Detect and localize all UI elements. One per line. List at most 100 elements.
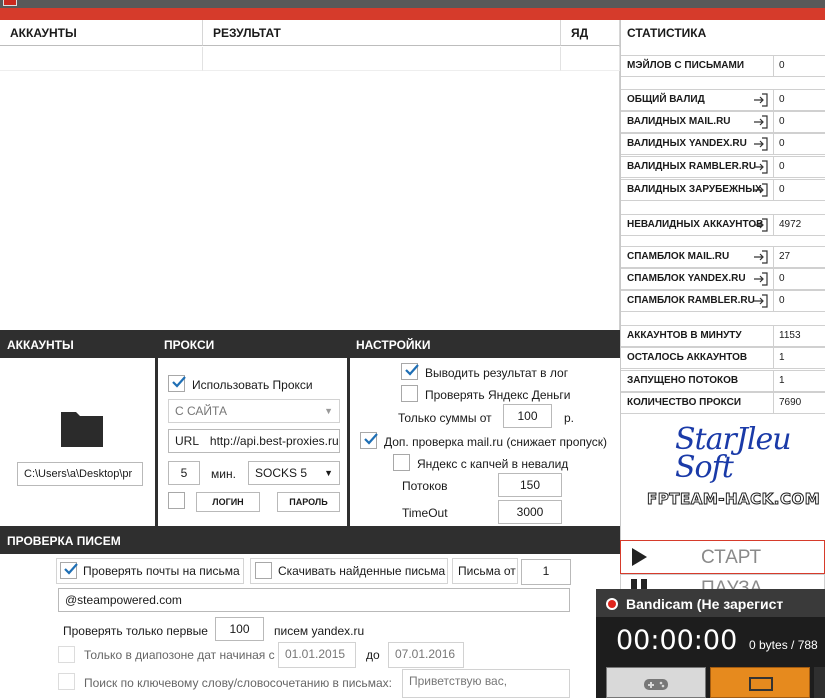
stat-label: ВАЛИДНЫХ ЗАРУБЕЖНЫХ <box>627 184 762 195</box>
export-icon[interactable] <box>752 182 770 198</box>
screen-mode-button[interactable] <box>710 667 810 698</box>
threads-field[interactable]: 150 <box>498 473 562 497</box>
url-label: URL <box>175 434 199 448</box>
stat-value: 0 <box>773 56 825 76</box>
interval-unit-label: мин. <box>211 467 236 481</box>
bandicam-window[interactable]: Bandicam (Не зарегист 00:00:00 0 bytes /… <box>596 589 825 698</box>
stat-label: АККАУНТОВ В МИНУТУ <box>627 330 742 341</box>
url-value: http://api.best-proxies.ru <box>209 434 339 448</box>
check-mail-checkbox[interactable] <box>60 562 78 579</box>
yandex-captcha-label: Яндекс с капчей в невалид <box>417 457 569 471</box>
only-first-field[interactable]: 100 <box>215 617 264 641</box>
stat-label: НЕВАЛИДНЫХ АККАУНТОВ <box>627 219 764 230</box>
keyword-search-checkbox[interactable] <box>58 673 75 690</box>
export-icon[interactable] <box>752 249 770 265</box>
stat-label: ВАЛИДНЫХ RAMBLER.RU <box>627 161 757 172</box>
export-icon[interactable] <box>752 159 770 175</box>
table-cell <box>203 47 561 71</box>
keyword-field[interactable]: Приветствую вас, <box>402 669 570 698</box>
export-icon[interactable] <box>752 136 770 152</box>
stat-row: ВАЛИДНЫХ RAMBLER.RU 0 <box>621 156 825 178</box>
download-found-option[interactable]: Скачивать найденные письма <box>250 558 448 584</box>
rectangle-icon <box>749 677 773 691</box>
stat-label: СПАМБЛОК RAMBLER.RU <box>627 295 755 306</box>
game-mode-button[interactable] <box>606 667 706 698</box>
stat-value: 1153 <box>773 326 825 346</box>
export-icon[interactable] <box>752 92 770 108</box>
proxy-source-value: С САЙТА <box>175 404 227 418</box>
checkmark-icon <box>64 563 78 575</box>
chevron-down-icon: ▼ <box>324 406 333 416</box>
date-from-field[interactable]: 01.01.2015 <box>278 642 356 668</box>
export-icon[interactable] <box>752 293 770 309</box>
check-mail-option[interactable]: Проверять почты на письма <box>56 558 244 584</box>
column-header-yd[interactable]: ЯД <box>561 20 620 46</box>
stat-value: 27 <box>773 247 825 267</box>
stat-row: КОЛИЧЕСТВО ПРОКСИ 7690 <box>621 392 825 414</box>
yandex-money-checkbox[interactable] <box>401 385 418 402</box>
proxy-url-field[interactable]: URL http://api.best-proxies.ru <box>168 429 340 453</box>
column-header-result[interactable]: РЕЗУЛЬТАТ <box>203 20 561 46</box>
only-first-suffix: писем yandex.ru <box>274 624 365 638</box>
stat-row: СПАМБЛОК RAMBLER.RU 0 <box>621 290 825 312</box>
proxy-type-select[interactable]: SOCKS 5 ▼ <box>248 461 340 485</box>
results-table[interactable]: АККАУНТЫ РЕЗУЛЬТАТ ЯД <box>0 20 620 330</box>
stat-row: МЭЙЛОВ С ПИСЬМАМИ 0 <box>621 55 825 77</box>
panel-divider <box>347 330 350 526</box>
password-button[interactable]: ПАРОЛЬ <box>277 492 340 512</box>
export-icon[interactable] <box>752 217 770 233</box>
export-icon[interactable] <box>752 271 770 287</box>
stat-value: 1 <box>773 348 825 368</box>
date-range-checkbox[interactable] <box>58 646 75 663</box>
sender-filter-field[interactable]: @steampowered.com <box>58 588 570 612</box>
start-button[interactable]: СТАРТ <box>620 540 825 574</box>
yandex-money-label: Проверять Яндекс Деньги <box>425 388 571 402</box>
letters-from-box: Письма от <box>452 558 518 584</box>
login-button[interactable]: ЛОГИН <box>196 492 260 512</box>
accounts-path-field[interactable]: C:\Users\a\Desktop\pr <box>17 462 143 486</box>
more-modes-button[interactable] <box>814 667 825 698</box>
extra-check-checkbox[interactable] <box>360 432 378 449</box>
stat-row: СПАМБЛОК MAIL.RU 27 <box>621 246 825 268</box>
stat-value: 0 <box>773 134 825 154</box>
recording-size: 0 bytes / 788 <box>749 638 818 652</box>
date-to-field[interactable]: 07.01.2016 <box>388 642 464 668</box>
app-icon <box>3 0 17 6</box>
stat-label: ЗАПУЩЕНО ПОТОКОВ <box>627 375 739 386</box>
table-cell <box>0 47 203 71</box>
column-header-accounts[interactable]: АККАУНТЫ <box>0 20 203 46</box>
stat-label: КОЛИЧЕСТВО ПРОКСИ <box>627 397 742 408</box>
log-result-label: Выводить результат в лог <box>425 366 569 380</box>
letters-from-field[interactable]: 1 <box>521 559 571 585</box>
stat-label: СПАМБЛОК MAIL.RU <box>627 251 730 262</box>
stat-row: ОСТАЛОСЬ АККАУНТОВ 1 <box>621 347 825 369</box>
timeout-label: TimeOut <box>402 506 448 520</box>
stat-value: 0 <box>773 269 825 289</box>
letters-from-label: Письма от <box>458 564 516 578</box>
interval-field[interactable]: 5 <box>168 461 200 485</box>
stat-value: 0 <box>773 157 825 177</box>
yandex-captcha-checkbox[interactable] <box>393 454 410 471</box>
proxy-auth-checkbox[interactable] <box>168 492 185 509</box>
log-result-checkbox[interactable] <box>401 363 419 380</box>
stat-row: ВАЛИДНЫХ ЗАРУБЕЖНЫХ 0 <box>621 179 825 201</box>
stat-label: ВАЛИДНЫХ MAIL.RU <box>627 116 731 127</box>
stat-value: 4972 <box>773 215 825 235</box>
use-proxy-checkbox[interactable] <box>168 375 186 392</box>
logo-line2: Soft <box>675 450 734 485</box>
accounts-panel-title: АККАУНТЫ <box>0 330 157 358</box>
chevron-down-icon: ▼ <box>324 468 333 478</box>
proxy-source-select[interactable]: С САЙТА ▼ <box>168 399 340 423</box>
timeout-field[interactable]: 3000 <box>498 500 562 524</box>
checkmark-icon <box>405 364 419 376</box>
proxy-panel-title: ПРОКСИ <box>157 330 349 358</box>
accent-bar <box>0 8 825 20</box>
table-cell <box>561 47 620 71</box>
export-icon[interactable] <box>752 114 770 130</box>
statistics-panel: СТАТИСТИКА МЭЙЛОВ С ПИСЬМАМИ 0 ОБЩИЙ ВАЛ… <box>620 20 825 540</box>
folder-icon[interactable] <box>60 408 104 448</box>
download-found-checkbox[interactable] <box>255 562 272 579</box>
sums-from-field[interactable]: 100 <box>503 404 552 428</box>
play-icon <box>632 548 647 566</box>
stat-value: 0 <box>773 180 825 200</box>
